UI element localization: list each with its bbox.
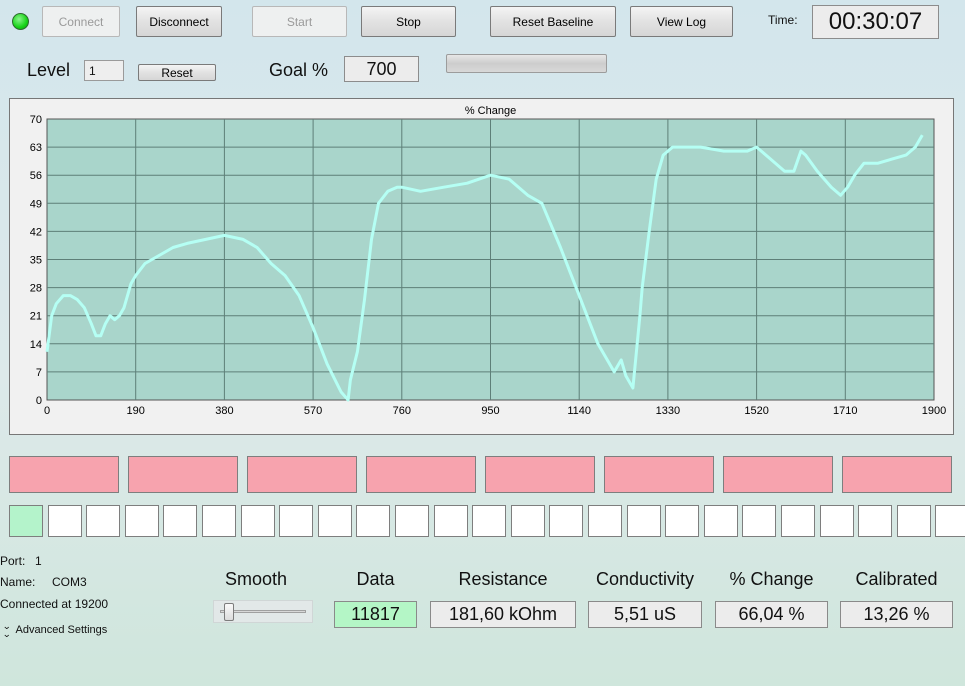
indicator-cell-4 (124, 505, 159, 537)
level-reset-button[interactable]: Reset (138, 64, 216, 81)
data-value: 11817 (334, 601, 417, 628)
reset-baseline-button[interactable]: Reset Baseline (490, 6, 616, 37)
disconnect-button[interactable]: Disconnect (136, 6, 222, 37)
indicator-cell-18 (665, 505, 700, 537)
indicator-cell-16 (588, 505, 622, 537)
x-tick-label: 570 (304, 405, 322, 417)
indicator-cell-14 (510, 505, 545, 537)
y-tick-label: 0 (36, 395, 42, 407)
conductivity-value: 5,51 uS (588, 601, 702, 628)
time-display: 00:30:07 (812, 5, 939, 39)
indicator-cell-17 (626, 505, 661, 537)
indicator-cell-15 (549, 505, 584, 537)
chart-panel: 0 190 380 570 760 950 1140 1330 1520 1710 1900 0 7 14… (9, 98, 954, 435)
y-tick-label: 28 (30, 283, 42, 295)
y-tick-label: 70 (30, 114, 42, 126)
indicator-cell-25 (935, 505, 965, 537)
calibrated-header: Calibrated (855, 569, 938, 589)
percent-change-header: % Change (729, 569, 814, 589)
pink-indicator-5 (485, 456, 595, 493)
x-tick-label: 1900 (922, 405, 946, 417)
indicator-cell-10 (356, 505, 391, 537)
advanced-settings-toggle[interactable]: ⌄ ⌄ Advanced Settings (2, 621, 108, 639)
x-tick-label: 950 (481, 405, 499, 417)
pink-indicator-2 (128, 456, 238, 493)
pink-indicator-3 (247, 456, 357, 493)
connected-status: Connected at 19200 (0, 597, 109, 611)
indicator-cell-22 (819, 505, 854, 537)
percent-change-chart: 0 190 380 570 760 950 1140 1330 1520 1710 1900 0 7 14… (30, 105, 946, 417)
start-button[interactable]: Start (252, 6, 347, 37)
smooth-slider-thumb[interactable] (224, 603, 234, 621)
indicator-cell-19 (703, 505, 738, 537)
percent-change-value: 66,04 % (715, 601, 828, 628)
data-header: Data (356, 569, 395, 589)
x-tick-label: 1140 (567, 405, 591, 417)
conductivity-header: Conductivity (595, 569, 695, 589)
pink-indicator-7 (723, 456, 833, 493)
double-chevron-down-icon: ⌄ ⌄ (2, 621, 12, 639)
goal-progress-bar (446, 54, 607, 73)
port-label: Port: (0, 554, 26, 568)
indicator-cell-11 (395, 505, 429, 537)
indicator-cell-8 (279, 505, 314, 537)
time-label: Time: (768, 13, 798, 27)
stop-button[interactable]: Stop (361, 6, 456, 37)
advanced-settings-label: Advanced Settings (15, 624, 108, 636)
indicator-cell-9 (317, 505, 352, 537)
x-tick-label: 380 (215, 405, 233, 417)
indicator-cell-21 (781, 505, 815, 537)
name-value: COM3 (52, 575, 87, 589)
view-log-button[interactable]: View Log (630, 6, 733, 37)
indicator-cell-20 (742, 505, 777, 537)
port-value: 1 (35, 554, 42, 568)
y-tick-label: 21 (30, 311, 42, 323)
x-tick-label: 1520 (744, 405, 768, 417)
smooth-label: Smooth (224, 569, 288, 589)
indicator-cell-7 (240, 505, 275, 537)
y-tick-label: 49 (30, 198, 42, 210)
x-tick-label: 1330 (656, 405, 680, 417)
x-tick-label: 760 (393, 405, 411, 417)
x-tick-label: 190 (127, 405, 145, 417)
indicator-cell-3 (86, 505, 121, 537)
indicator-cell-6 (202, 505, 236, 537)
indicator-cell-12 (433, 505, 468, 537)
indicator-cell-23 (858, 505, 893, 537)
pink-indicator-6 (604, 456, 714, 493)
x-tick-label: 0 (44, 405, 50, 417)
level-label: Level (27, 60, 71, 80)
resistance-header: Resistance (458, 569, 548, 589)
chart-title: % Change (465, 105, 516, 117)
y-tick-label: 35 (30, 255, 42, 267)
indicator-cell-24 (896, 505, 931, 537)
x-tick-label: 1710 (833, 405, 857, 417)
indicator-cell-1 (9, 505, 43, 537)
y-tick-label: 14 (30, 339, 42, 351)
y-tick-label: 56 (30, 170, 42, 182)
y-tick-label: 7 (36, 367, 42, 379)
smooth-slider[interactable] (213, 600, 313, 623)
calibrated-value: 13,26 % (840, 601, 953, 628)
y-tick-label: 63 (30, 142, 42, 154)
y-tick-label: 42 (30, 226, 42, 238)
pink-indicator-8 (842, 456, 952, 493)
indicator-cell-2 (47, 505, 82, 537)
connection-status-indicator (12, 13, 29, 30)
connect-button[interactable]: Connect (42, 6, 120, 37)
goal-value: 700 (344, 56, 419, 82)
indicator-cell-13 (472, 505, 507, 537)
resistance-value: 181,60 kOhm (430, 601, 576, 628)
indicator-cell-5 (163, 505, 198, 537)
pink-indicator-1 (9, 456, 119, 493)
pink-indicator-4 (366, 456, 476, 493)
level-input[interactable]: 1 (84, 60, 124, 81)
name-label: Name: (0, 575, 36, 589)
goal-label: Goal % (269, 60, 329, 80)
